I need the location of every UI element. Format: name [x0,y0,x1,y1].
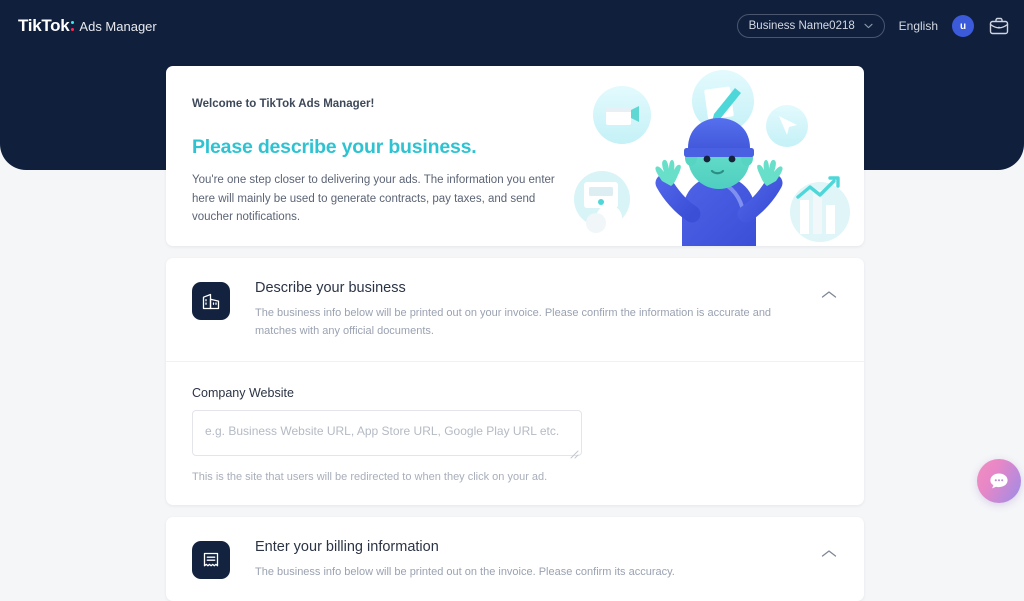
billing-information-card: Enter your billing information The busin… [166,516,864,601]
section-title: Describe your business [255,280,406,296]
describe-business-card: Describe your business The business info… [166,258,864,505]
language-selector[interactable]: English [899,19,938,33]
describe-business-content: Company Website This is the site that us… [166,362,864,505]
section-title: Enter your billing information [255,538,439,555]
chevron-down-icon [864,22,873,31]
brand-subtitle: Ads Manager [79,19,157,34]
describe-business-header: Describe your business The business info… [166,258,864,361]
company-website-help-text: This is the site that users will be redi… [192,470,548,483]
juggling-person-illustration [574,66,864,246]
chat-bubble-icon[interactable] [977,459,1021,503]
chevron-up-icon[interactable] [820,547,838,565]
welcome-banner-card: Welcome to TikTok Ads Manager! Please de… [166,66,864,246]
content-column: Welcome to TikTok Ads Manager! Please de… [166,66,864,601]
company-website-label: Company Website [192,385,294,400]
banner-text-block: Welcome to TikTok Ads Manager! Please de… [192,98,562,227]
business-selector-label: Business Name0218 [748,20,855,32]
avatar[interactable]: u [952,15,974,37]
billing-information-header: Enter your billing information The busin… [166,517,864,601]
page-content: Welcome to TikTok Ads Manager! Please de… [0,0,1024,601]
invoice-icon [192,540,230,579]
top-navigation-bar: TikTok Ads Manager Business Name0218 Eng… [0,0,1024,52]
billing-information-text: Enter your billing information The busin… [255,539,735,582]
page-title: Please describe your business. [192,136,477,158]
business-selector[interactable]: Business Name0218 [736,14,885,38]
company-website-input[interactable] [192,409,582,456]
navbar-right-controls: Business Name0218 English u [736,14,1010,38]
banner-description: You're one step closer to delivering you… [192,174,555,224]
welcome-text: Welcome to TikTok Ads Manager! [192,98,375,110]
brand-name: TikTok [18,16,70,35]
brand-logo[interactable]: TikTok Ads Manager [18,16,157,36]
section-description: The business info below will be printed … [255,307,772,337]
section-description: The business info below will be printed … [255,565,675,578]
chevron-up-icon[interactable] [820,288,838,306]
company-website-field-wrap [192,409,582,461]
briefcase-icon[interactable] [988,15,1010,37]
building-icon [192,282,230,320]
describe-business-text: Describe your business The business info… [255,280,838,341]
